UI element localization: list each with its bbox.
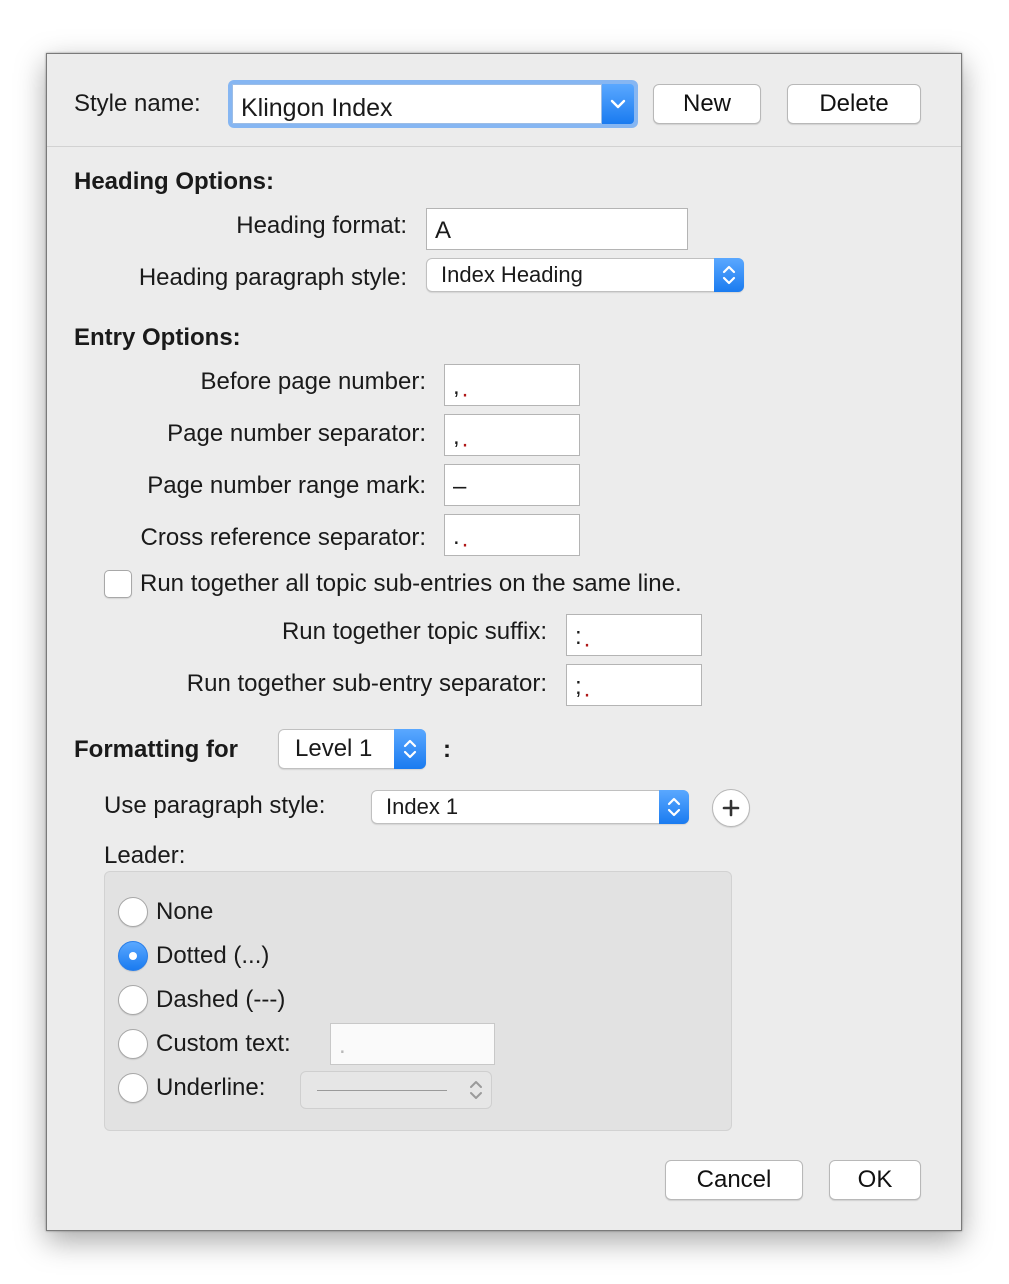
page-number-separator-field[interactable]: , · bbox=[444, 414, 580, 458]
leader-none-label[interactable]: None bbox=[156, 898, 213, 926]
subentry-separator-input[interactable]: ; · bbox=[575, 673, 591, 708]
space-marker-icon: · bbox=[461, 381, 469, 408]
paragraph-style-popup[interactable]: Index 1 bbox=[371, 790, 689, 824]
cancel-button[interactable]: Cancel bbox=[665, 1160, 803, 1200]
before-page-number-input[interactable]: , · bbox=[453, 373, 469, 408]
updown-arrows-icon[interactable] bbox=[469, 1078, 483, 1102]
leader-none-radio[interactable] bbox=[118, 897, 148, 927]
page-number-separator-input[interactable]: , · bbox=[453, 423, 469, 458]
delete-button[interactable]: Delete bbox=[787, 84, 921, 124]
subentry-separator-label: Run together sub-entry separator: bbox=[186, 670, 547, 697]
run-together-checkbox[interactable] bbox=[104, 570, 132, 598]
space-marker-icon: · bbox=[583, 681, 591, 708]
heading-format-field[interactable]: A bbox=[426, 208, 688, 250]
cross-reference-separator-label: Cross reference separator: bbox=[140, 524, 426, 551]
new-button[interactable]: New bbox=[653, 84, 761, 124]
formatting-colon: : bbox=[443, 736, 451, 763]
page-number-range-mark-value[interactable]: – bbox=[453, 473, 466, 501]
updown-arrows-icon[interactable] bbox=[659, 790, 689, 824]
leader-dashed-label[interactable]: Dashed (---) bbox=[156, 986, 285, 1014]
space-marker-icon: · bbox=[461, 431, 469, 458]
cross-reference-separator-value[interactable]: . bbox=[453, 523, 460, 550]
ok-button[interactable]: OK bbox=[829, 1160, 921, 1200]
leader-group: None Dotted (...) Dashed (---) Custom te… bbox=[104, 871, 732, 1131]
combobox-chevron-down-icon[interactable] bbox=[602, 84, 634, 124]
paragraph-style-value[interactable]: Index 1 bbox=[386, 794, 458, 820]
formatting-for-title: Formatting for bbox=[74, 736, 238, 763]
underline-style-popup[interactable] bbox=[300, 1071, 492, 1109]
topic-suffix-field[interactable]: : · bbox=[566, 614, 702, 658]
leader-custom-radio[interactable] bbox=[118, 1029, 148, 1059]
heading-format-value[interactable]: A bbox=[435, 217, 451, 245]
heading-paragraph-style-label: Heading paragraph style: bbox=[138, 264, 407, 291]
page-number-range-mark-label: Page number range mark: bbox=[147, 472, 426, 499]
before-page-number-value[interactable]: , bbox=[453, 373, 460, 400]
index-style-dialog: Style name: Klingon Index New Delete Hea… bbox=[46, 53, 962, 1231]
heading-paragraph-style-popup[interactable]: Index Heading bbox=[426, 258, 744, 292]
add-style-button[interactable] bbox=[712, 789, 750, 827]
heading-options-title: Heading Options: bbox=[74, 168, 274, 195]
updown-arrows-icon[interactable] bbox=[394, 729, 426, 769]
leader-dashed-radio[interactable] bbox=[118, 985, 148, 1015]
topic-suffix-label: Run together topic suffix: bbox=[281, 618, 547, 645]
custom-text-field[interactable]: . bbox=[330, 1023, 495, 1065]
underline-preview bbox=[317, 1090, 447, 1091]
updown-arrows-icon[interactable] bbox=[714, 258, 744, 292]
leader-underline-label[interactable]: Underline: bbox=[156, 1074, 265, 1102]
page-number-range-mark-field[interactable]: – bbox=[444, 464, 580, 506]
level-value[interactable]: Level 1 bbox=[295, 735, 372, 763]
use-paragraph-style-label: Use paragraph style: bbox=[104, 792, 326, 819]
custom-text-value[interactable]: . bbox=[339, 1032, 346, 1060]
level-popup[interactable]: Level 1 bbox=[278, 729, 426, 769]
style-name-combobox[interactable]: Klingon Index bbox=[228, 80, 638, 128]
leader-underline-radio[interactable] bbox=[118, 1073, 148, 1103]
before-page-number-field[interactable]: , · bbox=[444, 364, 580, 408]
plus-icon bbox=[722, 799, 740, 817]
cross-reference-separator-field[interactable]: . · bbox=[444, 514, 580, 558]
style-name-label: Style name: bbox=[74, 90, 201, 117]
header-divider bbox=[47, 146, 961, 147]
run-together-label[interactable]: Run together all topic sub-entries on th… bbox=[140, 570, 682, 598]
leader-label: Leader: bbox=[104, 842, 186, 869]
subentry-separator-value[interactable]: ; bbox=[575, 673, 582, 700]
space-marker-icon: · bbox=[461, 531, 469, 558]
leader-custom-label[interactable]: Custom text: bbox=[156, 1030, 291, 1058]
cross-reference-separator-input[interactable]: . · bbox=[453, 523, 469, 558]
leader-dotted-label[interactable]: Dotted (...) bbox=[156, 942, 269, 970]
before-page-number-label: Before page number: bbox=[200, 368, 426, 395]
topic-suffix-input[interactable]: : · bbox=[575, 623, 591, 658]
subentry-separator-field[interactable]: ; · bbox=[566, 664, 702, 708]
style-name-value[interactable]: Klingon Index bbox=[241, 94, 393, 122]
heading-paragraph-style-value[interactable]: Index Heading bbox=[441, 262, 583, 288]
page-number-separator-label: Page number separator: bbox=[167, 420, 426, 447]
entry-options-title: Entry Options: bbox=[74, 324, 241, 351]
page-number-separator-value[interactable]: , bbox=[453, 423, 460, 450]
leader-dotted-radio[interactable] bbox=[118, 941, 148, 971]
topic-suffix-value[interactable]: : bbox=[575, 623, 582, 650]
space-marker-icon: · bbox=[583, 631, 591, 658]
heading-format-label: Heading format: bbox=[236, 212, 407, 239]
